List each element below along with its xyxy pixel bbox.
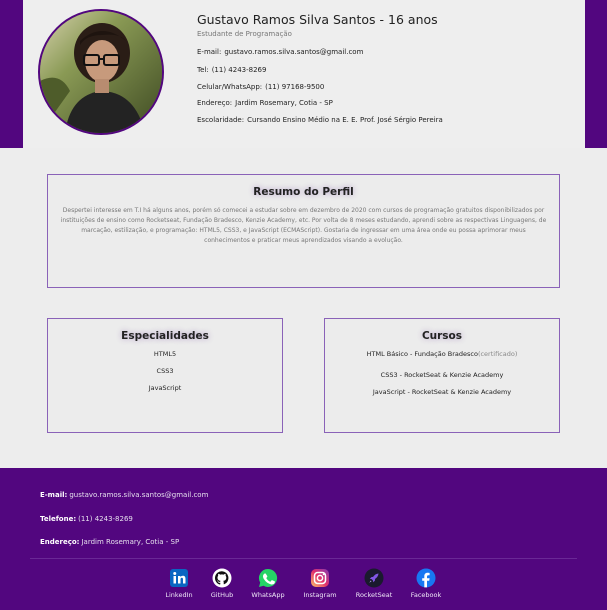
footer-phone: Telefone: (11) 4243-8269 [40, 515, 133, 523]
info-education: Escolaridade: Cursando Ensino Médio na E.… [197, 116, 443, 124]
footer-address-label: Endereço: [40, 538, 80, 546]
github-icon [212, 568, 232, 588]
course-name: CSS3 - RocketSeat & Kenzie Academy [380, 371, 504, 379]
course-item: JavaScript - RocketSeat & Kenzie Academy [325, 388, 559, 405]
courses-section: Cursos HTML Básico - Fundação Bradesco(c… [324, 318, 560, 433]
specialty-item: CSS3 [156, 367, 174, 375]
info-email: E-mail: gustavo.ramos.silva.santos@gmail.… [197, 48, 363, 56]
footer-address-value: Jardim Rosemary, Cotia - SP [81, 538, 180, 546]
social-whatsapp[interactable]: WhatsApp [243, 568, 293, 599]
info-phone-label: Tel: [197, 66, 209, 74]
footer-phone-label: Telefone: [40, 515, 77, 523]
profile-role: Estudante de Programação [197, 30, 292, 38]
footer-divider [30, 558, 577, 559]
info-mobile: Celular/WhatsApp: (11) 97168-9500 [197, 83, 324, 91]
profile-photo [38, 9, 164, 135]
info-address-label: Endereço: [197, 99, 233, 107]
courses-title: Cursos [421, 330, 463, 342]
info-mobile-label: Celular/WhatsApp: [197, 83, 263, 91]
social-label: WhatsApp [251, 591, 285, 599]
summary-text: Despertei interesse em T.I há alguns ano… [60, 207, 547, 244]
info-address-value: Jardim Rosemary, Cotia - SP [235, 99, 333, 107]
course-name: HTML Básico - Fundação Bradesco [366, 350, 478, 358]
social-label: GitHub [210, 591, 234, 599]
footer-email: E-mail: gustavo.ramos.silva.santos@gmail.… [40, 491, 208, 499]
info-education-value: Cursando Ensino Médio na E. E. Prof. Jos… [247, 116, 443, 124]
summary-title: Resumo do Perfil [253, 186, 354, 198]
course-name: JavaScript - RocketSeat & Kenzie Academy [372, 388, 512, 396]
social-github[interactable]: GitHub [197, 568, 247, 599]
footer: E-mail: gustavo.ramos.silva.santos@gmail.… [0, 468, 607, 610]
info-phone: Tel: (11) 4243-8269 [197, 66, 266, 74]
footer-email-label: E-mail: [40, 491, 68, 499]
specialty-item: JavaScript [148, 384, 182, 392]
specialty-item: HTML5 [153, 350, 177, 358]
instagram-icon [311, 569, 329, 587]
social-facebook[interactable]: Facebook [401, 568, 451, 599]
social-instagram[interactable]: Instagram [295, 568, 345, 599]
specialties-list: HTML5 CSS3 JavaScript [48, 350, 282, 401]
info-phone-value: (11) 4243-8269 [211, 66, 267, 74]
social-rocketseat[interactable]: RocketSeat [349, 568, 399, 599]
social-label: RocketSeat [355, 591, 393, 599]
profile-name: Gustavo Ramos Silva Santos - 16 anos [197, 12, 438, 27]
course-item: HTML Básico - Fundação Bradesco(certific… [325, 350, 559, 371]
facebook-icon [416, 568, 436, 588]
info-address: Endereço: Jardim Rosemary, Cotia - SP [197, 99, 333, 107]
info-mobile-value: (11) 97168-9500 [265, 83, 325, 91]
social-label: Facebook [410, 591, 442, 599]
course-note: (certificado) [477, 350, 518, 358]
linkedin-icon [170, 569, 188, 587]
footer-phone-value: (11) 4243-8269 [78, 515, 133, 523]
info-education-label: Escolaridade: [197, 116, 245, 124]
footer-email-value: gustavo.ramos.silva.santos@gmail.com [69, 491, 209, 499]
specialties-section: Especialidades HTML5 CSS3 JavaScript [47, 318, 283, 433]
specialties-title: Especialidades [121, 330, 209, 342]
rocketseat-icon [364, 568, 384, 588]
course-item: CSS3 - RocketSeat & Kenzie Academy [325, 371, 559, 388]
summary-section: Resumo do Perfil Despertei interesse em … [47, 174, 560, 288]
social-label: Instagram [303, 591, 337, 599]
info-email-label: E-mail: [197, 48, 222, 56]
info-email-value: gustavo.ramos.silva.santos@gmail.com [224, 48, 364, 56]
whatsapp-icon [258, 568, 278, 587]
footer-address: Endereço: Jardim Rosemary, Cotia - SP [40, 538, 179, 546]
courses-list: HTML Básico - Fundação Bradesco(certific… [325, 350, 559, 405]
